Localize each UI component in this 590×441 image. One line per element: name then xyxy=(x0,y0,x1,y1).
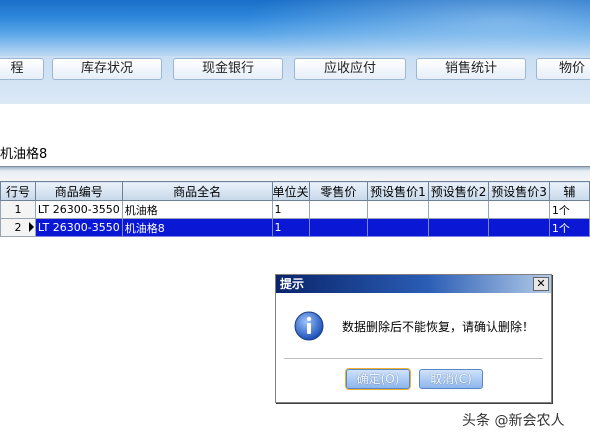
dialog-title: 提示 xyxy=(280,277,305,291)
retail-price-cell[interactable] xyxy=(308,200,369,219)
ok-button[interactable]: 确定(O) xyxy=(346,369,410,389)
nav-button-prices[interactable]: 物价 xyxy=(536,58,590,80)
dialog-divider xyxy=(284,358,543,359)
dialog-message: 数据删除后不能恢复，请确认删除！ xyxy=(342,320,535,334)
cancel-button[interactable]: 取消(C) xyxy=(419,369,483,389)
preset-price-2-cell[interactable] xyxy=(427,200,490,219)
dialog-body: 数据删除后不能恢复，请确认删除！ xyxy=(276,294,551,356)
close-icon[interactable]: ✕ xyxy=(533,277,549,291)
info-icon xyxy=(294,311,324,341)
watermark: 头条 @新会农人 xyxy=(462,413,565,429)
product-name-cell[interactable]: 机油格 xyxy=(121,200,273,219)
current-row-pointer-icon xyxy=(28,222,34,232)
product-code-cell[interactable]: LT 26300-3550 xyxy=(34,218,123,237)
nav-button-cash-bank[interactable]: 现金银行 xyxy=(173,58,283,80)
preset-price-3-cell[interactable] xyxy=(488,218,550,237)
grid-top-divider xyxy=(0,166,590,181)
auxiliary-cell[interactable]: 1个 xyxy=(548,200,590,219)
preset-price-1-cell[interactable] xyxy=(367,218,429,237)
unit-cell[interactable]: 1 xyxy=(271,218,310,237)
confirm-delete-dialog: 提示 ✕ 数据删除后不能恢复，请确认删除！ 确定(O) 取消(C) xyxy=(275,274,552,403)
product-name-label: 机油格8 xyxy=(0,147,48,162)
preset-price-3-cell[interactable] xyxy=(488,200,550,219)
preset-price-2-cell[interactable] xyxy=(427,218,490,237)
row-number-text: 2 xyxy=(14,221,22,234)
column-header-preset-price-2[interactable]: 预设售价2 xyxy=(427,181,490,201)
nav-button-process[interactable]: 程 xyxy=(0,58,44,80)
row-number-cell[interactable]: 2 xyxy=(0,218,36,237)
nav-bar: 程 库存状况 现金银行 应收应付 销售统计 物价 xyxy=(0,56,590,104)
nav-button-receivables-payables[interactable]: 应收应付 xyxy=(294,58,406,80)
product-name-cell[interactable]: 机油格8 xyxy=(121,218,273,237)
row-number-cell[interactable]: 1 xyxy=(0,200,36,219)
dialog-title-bar[interactable]: 提示 ✕ xyxy=(276,275,551,293)
auxiliary-cell[interactable]: 1个 xyxy=(548,218,590,237)
column-header-row-number[interactable]: 行号 xyxy=(0,181,36,201)
retail-price-cell[interactable] xyxy=(308,218,369,237)
column-header-preset-price-1[interactable]: 预设售价1 xyxy=(367,181,429,201)
column-header-unit[interactable]: 单位关 xyxy=(271,181,310,201)
product-grid: 行号 商品编号 商品全名 单位关 零售价 预设售价1 预设售价2 预设售价3 辅… xyxy=(0,181,590,237)
banner-decoration xyxy=(200,0,590,56)
column-header-product-name[interactable]: 商品全名 xyxy=(121,181,273,201)
column-header-preset-price-3[interactable]: 预设售价3 xyxy=(488,181,550,201)
column-header-retail-price[interactable]: 零售价 xyxy=(308,181,369,201)
column-header-product-code[interactable]: 商品编号 xyxy=(34,181,123,201)
nav-button-sales-statistics[interactable]: 销售统计 xyxy=(416,58,526,80)
product-code-cell[interactable]: LT 26300-3550 xyxy=(34,200,123,219)
table-row[interactable]: 1 LT 26300-3550 机油格 1 1个 xyxy=(0,200,590,219)
table-row-selected[interactable]: 2 LT 26300-3550 机油格8 1 1个 xyxy=(0,218,590,237)
preset-price-1-cell[interactable] xyxy=(367,200,429,219)
column-header-auxiliary[interactable]: 辅 xyxy=(548,181,590,201)
unit-cell[interactable]: 1 xyxy=(271,200,310,219)
nav-button-inventory-status[interactable]: 库存状况 xyxy=(52,58,162,80)
app-banner xyxy=(0,0,590,56)
